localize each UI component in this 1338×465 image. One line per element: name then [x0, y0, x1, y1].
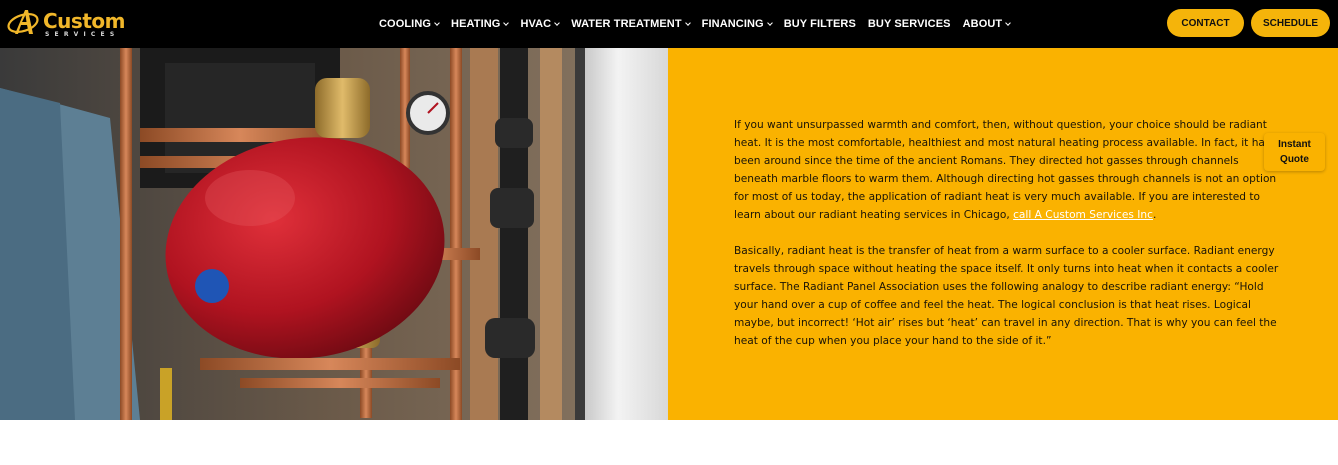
- nav-item-label: COOLING: [379, 18, 432, 30]
- nav-item-label: ABOUT: [962, 18, 1003, 30]
- chevron-down-icon: [554, 20, 561, 26]
- nav-item-buy-services[interactable]: BUY SERVICES: [868, 18, 951, 30]
- chevron-down-icon: [1005, 20, 1012, 26]
- nav-item-label: HEATING: [451, 18, 501, 30]
- schedule-button[interactable]: SCHEDULE: [1251, 9, 1330, 37]
- chevron-down-icon: [434, 20, 440, 26]
- brand-name: Custom: [43, 9, 125, 33]
- main-nav: COOLING HEATING HVAC WATER TREATMENT FIN…: [379, 0, 1022, 48]
- chevron-down-icon: [684, 20, 691, 26]
- contact-button[interactable]: CONTACT: [1167, 9, 1244, 37]
- nav-item-water-treatment[interactable]: WATER TREATMENT: [571, 18, 691, 30]
- radiant-heat-section: If you want unsurpassed warmth and comfo…: [668, 48, 1338, 420]
- instant-quote-label-line2: Quote: [1280, 154, 1309, 165]
- nav-item-label: WATER TREATMENT: [571, 18, 682, 30]
- intro-paragraph: If you want unsurpassed warmth and comfo…: [734, 116, 1279, 224]
- chevron-down-icon: [503, 20, 510, 26]
- nav-item-about[interactable]: ABOUT: [962, 18, 1012, 30]
- nav-item-financing[interactable]: FINANCING: [701, 18, 773, 30]
- instant-quote-button[interactable]: Instant Quote: [1264, 133, 1325, 171]
- site-header: Custom SERVICES COOLING HEATING HVAC WAT…: [0, 0, 1338, 48]
- logo-emblem-icon: [7, 10, 39, 34]
- contact-link[interactable]: call A Custom Services Inc: [1013, 209, 1153, 221]
- intro-text-end: .: [1152, 209, 1157, 221]
- brand-tagline: SERVICES: [45, 31, 120, 38]
- boiler-room-photo: [0, 48, 668, 420]
- chevron-down-icon: [766, 20, 773, 26]
- brand-logo[interactable]: Custom SERVICES: [6, 7, 128, 41]
- nav-item-label: HVAC: [520, 18, 552, 30]
- intro-text: If you want unsurpassed warmth and comfo…: [734, 119, 1277, 221]
- instant-quote-label-line1: Instant: [1278, 139, 1311, 150]
- nav-item-cooling[interactable]: COOLING: [379, 18, 440, 30]
- explanation-paragraph: Basically, radiant heat is the transfer …: [734, 245, 1279, 347]
- nav-item-label: FINANCING: [701, 18, 764, 30]
- nav-item-buy-filters[interactable]: BUY FILTERS: [784, 18, 856, 30]
- nav-item-hvac[interactable]: HVAC: [520, 18, 561, 30]
- radiant-heat-copy: If you want unsurpassed warmth and comfo…: [734, 116, 1279, 368]
- nav-item-heating[interactable]: HEATING: [451, 18, 510, 30]
- nav-item-label: BUY SERVICES: [867, 18, 951, 30]
- nav-item-label: BUY FILTERS: [783, 18, 856, 30]
- page-below-fold: [0, 420, 1338, 465]
